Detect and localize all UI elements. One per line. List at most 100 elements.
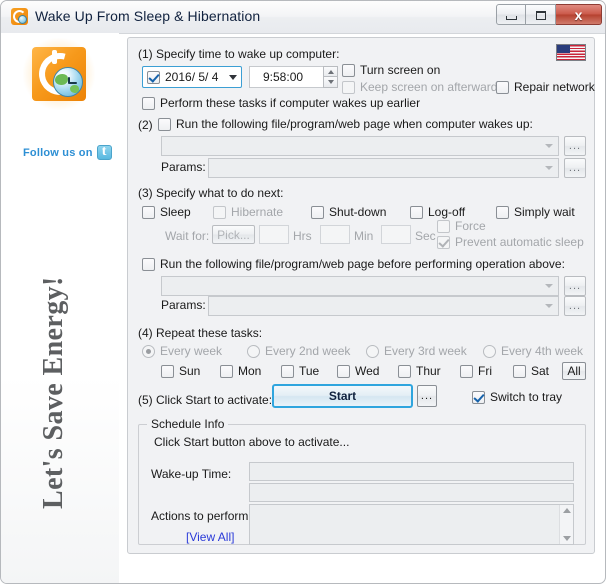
keep-screen-on-row: Keep screen on afterwards bbox=[342, 80, 503, 94]
sleep-checkbox[interactable] bbox=[142, 206, 155, 219]
actions-to-perform-field[interactable] bbox=[249, 504, 574, 545]
window-title: Wake Up From Sleep & Hibernation bbox=[35, 8, 260, 24]
start-options-button[interactable]: ... bbox=[417, 385, 437, 407]
repair-network-label: Repair network bbox=[514, 80, 595, 94]
day-sun-checkbox[interactable] bbox=[161, 365, 174, 378]
day-thur-row[interactable]: Thur bbox=[398, 364, 441, 378]
scroll-down-icon[interactable] bbox=[563, 536, 571, 541]
run-on-wake-browse-button[interactable]: ... bbox=[564, 136, 586, 156]
schedule-status-text: Click Start button above to activate... bbox=[154, 435, 349, 449]
sleep-row[interactable]: Sleep bbox=[142, 205, 191, 219]
day-wed-row[interactable]: Wed bbox=[337, 364, 379, 378]
perform-earlier-row[interactable]: Perform these tasks if computer wakes up… bbox=[142, 96, 420, 110]
simply-wait-row[interactable]: Simply wait bbox=[496, 205, 575, 219]
turn-screen-on-checkbox[interactable] bbox=[342, 64, 355, 77]
day-thur-checkbox[interactable] bbox=[398, 365, 411, 378]
twitter-icon[interactable] bbox=[97, 145, 112, 160]
minimize-button[interactable] bbox=[496, 4, 526, 25]
day-thur-label: Thur bbox=[416, 364, 441, 378]
run-on-wake-params-combo[interactable] bbox=[208, 158, 559, 178]
switch-to-tray-checkbox[interactable] bbox=[472, 391, 485, 404]
day-tue-label: Tue bbox=[299, 364, 319, 378]
language-flag-icon[interactable] bbox=[556, 44, 586, 61]
maximize-button[interactable] bbox=[526, 4, 556, 25]
turn-screen-on-row[interactable]: Turn screen on bbox=[342, 63, 440, 77]
hibernate-row: Hibernate bbox=[213, 205, 283, 219]
run-on-wake-program-combo[interactable] bbox=[161, 136, 559, 156]
time-spinner[interactable] bbox=[323, 66, 338, 88]
view-all-link[interactable]: [View All] bbox=[186, 530, 234, 544]
run-before-params-browse-button[interactable]: ... bbox=[564, 296, 586, 316]
run-before-row[interactable]: Run the following file/program/web page … bbox=[142, 257, 565, 271]
day-tue-checkbox[interactable] bbox=[281, 365, 294, 378]
run-before-checkbox[interactable] bbox=[142, 258, 155, 271]
hibernate-checkbox bbox=[213, 206, 226, 219]
section1-title: (1) Specify time to wake up computer: bbox=[138, 47, 339, 61]
switch-to-tray-row[interactable]: Switch to tray bbox=[472, 390, 562, 404]
run-on-wake-label: Run the following file/program/web page … bbox=[176, 117, 533, 131]
power-tick-icon bbox=[52, 50, 57, 64]
run-before-browse-button[interactable]: ... bbox=[564, 276, 586, 296]
turn-screen-on-label: Turn screen on bbox=[360, 63, 440, 77]
every-3rd-week-label: Every 3rd week bbox=[384, 344, 467, 358]
spinner-down-icon bbox=[328, 80, 334, 84]
time-spinner-up[interactable] bbox=[323, 66, 338, 77]
day-sat-row[interactable]: Sat bbox=[513, 364, 549, 378]
scroll-up-icon[interactable] bbox=[563, 508, 571, 513]
perform-earlier-checkbox[interactable] bbox=[142, 97, 155, 110]
day-mon-checkbox[interactable] bbox=[220, 365, 233, 378]
wake-time-field[interactable]: 9:58:00 bbox=[249, 66, 324, 88]
schedule-info-legend: Schedule Info bbox=[147, 417, 228, 431]
wakeup-time-label: Wake-up Time: bbox=[151, 467, 231, 481]
section4-title: (4) Repeat these tasks: bbox=[138, 326, 262, 340]
wait-seconds-label: Sec bbox=[415, 229, 436, 243]
shutdown-row[interactable]: Shut-down bbox=[311, 205, 386, 219]
every-4th-week-label: Every 4th week bbox=[501, 344, 583, 358]
run-on-wake-checkbox[interactable] bbox=[158, 118, 171, 131]
follow-us-link[interactable]: Follow us on bbox=[23, 145, 112, 160]
repair-network-checkbox[interactable] bbox=[496, 81, 509, 94]
maximize-icon bbox=[536, 11, 546, 20]
day-sun-label: Sun bbox=[179, 364, 200, 378]
day-wed-checkbox[interactable] bbox=[337, 365, 350, 378]
wait-for-label: Wait for: bbox=[165, 229, 209, 243]
day-fri-checkbox[interactable] bbox=[460, 365, 473, 378]
run-on-wake-params-browse-button[interactable]: ... bbox=[564, 158, 586, 178]
repair-network-row[interactable]: Repair network bbox=[496, 80, 595, 94]
run-before-params-combo[interactable] bbox=[208, 296, 559, 316]
section2-run-row[interactable]: Run the following file/program/web page … bbox=[158, 117, 533, 131]
day-wed-label: Wed bbox=[355, 364, 379, 378]
spinner-up-icon bbox=[328, 70, 334, 74]
repeat-every-4th-week-row: Every 4th week bbox=[483, 344, 583, 358]
day-mon-row[interactable]: Mon bbox=[220, 364, 261, 378]
start-button[interactable]: Start bbox=[272, 384, 413, 408]
run-before-program-combo[interactable] bbox=[161, 276, 559, 296]
sleep-label: Sleep bbox=[160, 205, 191, 219]
date-enable-checkbox[interactable] bbox=[147, 71, 160, 84]
force-checkbox bbox=[437, 220, 450, 233]
logo-box bbox=[32, 47, 86, 101]
perform-earlier-label: Perform these tasks if computer wakes up… bbox=[160, 96, 420, 110]
logoff-checkbox[interactable] bbox=[410, 206, 423, 219]
day-tue-row[interactable]: Tue bbox=[281, 364, 319, 378]
close-button[interactable]: x bbox=[556, 4, 602, 25]
time-spinner-down[interactable] bbox=[323, 77, 338, 88]
shutdown-checkbox[interactable] bbox=[311, 206, 324, 219]
simply-wait-checkbox[interactable] bbox=[496, 206, 509, 219]
prevent-sleep-row: Prevent automatic sleep bbox=[437, 235, 584, 249]
day-fri-row[interactable]: Fri bbox=[460, 364, 492, 378]
actions-scrollbar[interactable] bbox=[559, 505, 573, 544]
run-before-dropdown-icon bbox=[545, 284, 553, 288]
force-label: Force bbox=[455, 219, 486, 233]
wait-seconds-input bbox=[381, 225, 411, 244]
day-sat-checkbox[interactable] bbox=[513, 365, 526, 378]
follow-us-label: Follow us on bbox=[23, 147, 93, 159]
every-2nd-week-radio bbox=[247, 345, 260, 358]
date-dropdown-icon[interactable] bbox=[229, 75, 237, 80]
wake-date-field[interactable]: 2016/ 5/ 4 bbox=[142, 66, 242, 88]
repeat-every-2nd-week-row: Every 2nd week bbox=[247, 344, 350, 358]
globe-clock-icon bbox=[53, 67, 83, 97]
select-all-days-button[interactable]: All bbox=[562, 362, 586, 380]
logoff-row[interactable]: Log-off bbox=[410, 205, 465, 219]
day-sun-row[interactable]: Sun bbox=[161, 364, 200, 378]
